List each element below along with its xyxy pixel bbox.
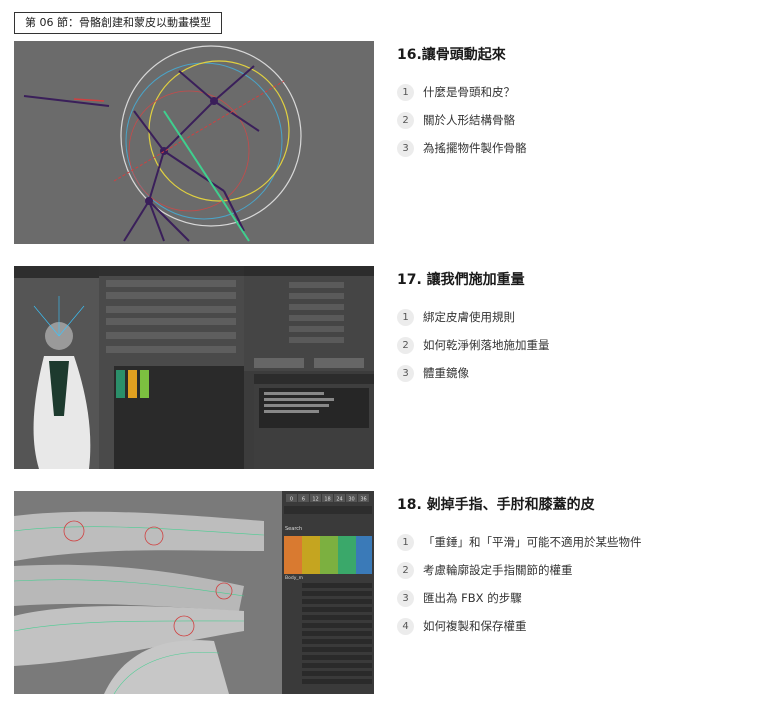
section-16: 16.讓骨頭動起來 1 什麼是骨頭和皮？ 2 關於人形結構骨骼 3 為搖擺物件製作骨骼 xyxy=(397,44,747,166)
section-18: 18. 剝掉手指、手肘和膝蓋的皮 1 「重錘」和「平滑」可能不適用於某些物件 2考… xyxy=(397,494,747,644)
item-text: 關於人形結構骨骼 xyxy=(423,113,515,127)
item-number: 1 xyxy=(397,308,414,326)
list-item: 1 「重錘」和「平滑」可能不適用於某些物件 xyxy=(397,532,747,552)
list-item: 3 體重鏡像 xyxy=(397,363,747,383)
item-number: 2 xyxy=(397,561,414,579)
item-text: 什麼是骨頭和皮？ xyxy=(423,85,515,99)
item-text: 為搖擺物件製作骨骼 xyxy=(423,141,527,155)
section-17: 17. 讓我們施加重量 1 綁定皮膚使用規則 2 如何乾淨俐落地施加重量 3 體重鏡像 xyxy=(397,269,747,391)
screenshot-skeleton-rig xyxy=(14,41,374,244)
item-number: 3 xyxy=(397,589,414,607)
item-text: 如何複製和保存權重 xyxy=(423,619,527,633)
section-title: 18. 剝掉手指、手肘和膝蓋的皮 xyxy=(397,497,595,513)
item-text: 綁定皮膚使用規則 xyxy=(423,310,515,324)
list-item: 2 如何乾淨俐落地施加重量 xyxy=(397,335,747,355)
frame-number: 12 xyxy=(312,497,318,503)
item-text: 如何乾淨俐落地施加重量 xyxy=(423,338,550,352)
list-item: 3 匯出為 FBX 的步驟 xyxy=(397,588,747,608)
item-text: 「重錘」和「平滑」可能不適用於某些物件 xyxy=(423,535,642,549)
section-badge: 第 06 節：骨骼創建和蒙皮以動畫模型 xyxy=(14,12,222,34)
frame-number: 0 xyxy=(290,497,293,503)
row-label: Body_m xyxy=(285,575,303,581)
item-number: 4 xyxy=(397,617,414,635)
screenshot-hand-weights: Search Body_m 0 6 12 18 24 30 36 xyxy=(14,491,374,694)
list-item: 1 什麼是骨頭和皮？ xyxy=(397,82,747,102)
search-label: Search xyxy=(285,526,302,532)
screenshot-weight-editor xyxy=(14,266,374,469)
frame-number: 18 xyxy=(324,497,330,503)
item-number: 2 xyxy=(397,336,414,354)
item-number: 3 xyxy=(397,139,414,157)
frame-number: 36 xyxy=(360,497,366,503)
item-text: 匯出為 FBX 的步驟 xyxy=(423,591,522,605)
item-text: 體重鏡像 xyxy=(423,366,469,380)
list-item: 4 如何複製和保存權重 xyxy=(397,616,747,636)
section-title: 16.讓骨頭動起來 xyxy=(397,47,506,63)
frame-number: 6 xyxy=(302,497,305,503)
list-item: 3 為搖擺物件製作骨骼 xyxy=(397,138,747,158)
frame-number: 24 xyxy=(336,497,342,503)
frame-number: 30 xyxy=(348,497,354,503)
item-text: 考慮輪廓設定手指關節的權重 xyxy=(423,563,573,577)
list-item: 1 綁定皮膚使用規則 xyxy=(397,307,747,327)
list-item: 2 考慮輪廓設定手指關節的權重 xyxy=(397,560,747,580)
list-item: 2 關於人形結構骨骼 xyxy=(397,110,747,130)
item-number: 1 xyxy=(397,533,414,551)
item-number: 2 xyxy=(397,111,414,129)
item-number: 3 xyxy=(397,364,414,382)
item-number: 1 xyxy=(397,83,414,101)
section-title: 17. 讓我們施加重量 xyxy=(397,272,525,288)
